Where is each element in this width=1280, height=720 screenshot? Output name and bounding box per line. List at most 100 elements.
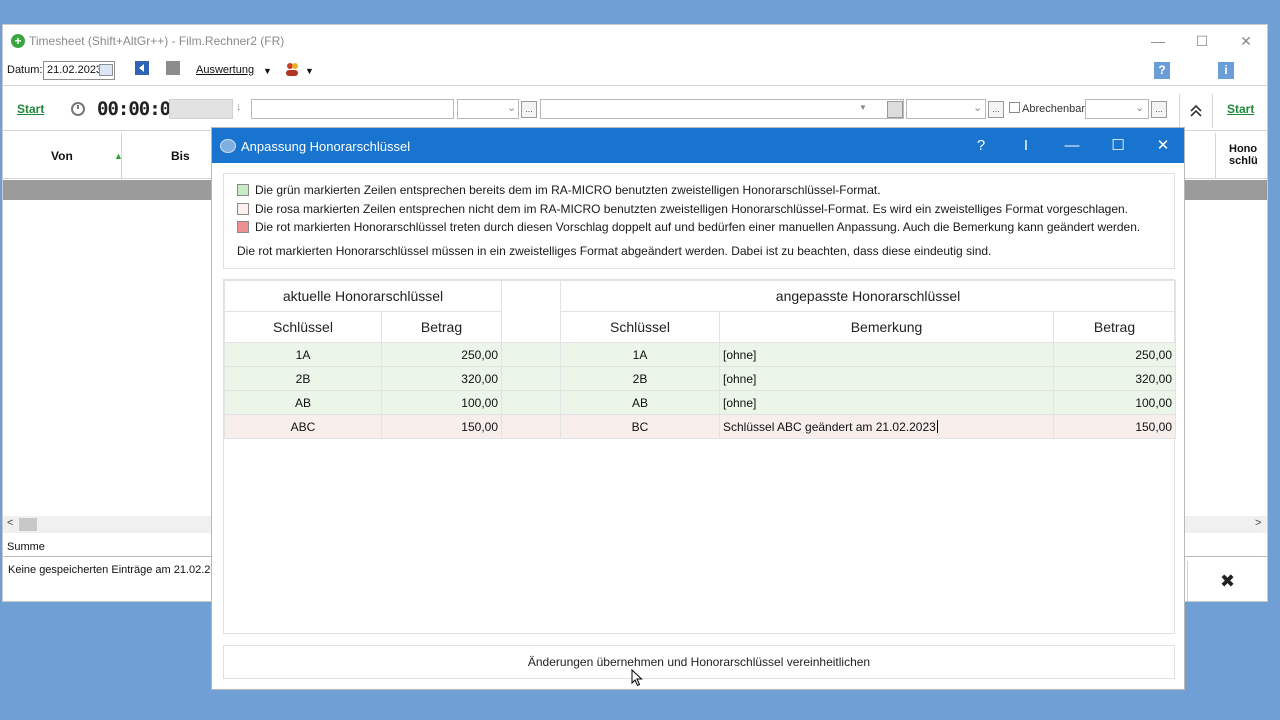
scrollbar-thumb[interactable] bbox=[19, 518, 37, 531]
rate-browse-button[interactable]: ... bbox=[988, 101, 1004, 118]
column-divider bbox=[1215, 133, 1216, 179]
activity-chevron-icon: ⌄ bbox=[507, 102, 517, 114]
dialog-help-button[interactable]: ? bbox=[966, 136, 996, 156]
users-dropdown-icon[interactable]: ▼ bbox=[305, 66, 314, 76]
auswertung-dropdown-icon[interactable]: ▼ bbox=[263, 66, 272, 76]
rate-chevron-icon: ⌄ bbox=[973, 102, 983, 114]
green-swatch bbox=[237, 184, 249, 196]
apply-changes-button[interactable]: Änderungen übernehmen und Honorarschlüss… bbox=[223, 645, 1175, 679]
legend-text: Die rosa markierten Zeilen entsprechen n… bbox=[255, 202, 1129, 216]
legend-panel: Die grün markierten Zeilen entsprechen b… bbox=[223, 173, 1175, 269]
help-icon[interactable]: ? bbox=[1154, 62, 1170, 79]
header-betrag-current[interactable]: Betrag bbox=[381, 311, 502, 343]
previous-day-icon[interactable] bbox=[135, 61, 149, 75]
abrechenbar-checkbox[interactable]: Abrechenbar bbox=[1009, 102, 1085, 115]
remark-edit-text[interactable]: Schlüssel ABC geändert am 21.02.2023 bbox=[723, 420, 936, 434]
cell-remark[interactable]: [ohne] bbox=[719, 390, 1054, 415]
description-field[interactable] bbox=[540, 99, 904, 119]
group-header-current: aktuelle Honorarschlüssel bbox=[224, 280, 502, 312]
calendar-icon[interactable] bbox=[99, 64, 113, 76]
main-close-button[interactable]: ✕ bbox=[1231, 31, 1261, 51]
auswertung-menu[interactable]: Auswertung bbox=[196, 64, 254, 76]
cell-new-key[interactable]: AB bbox=[560, 390, 720, 415]
stop-icon[interactable] bbox=[166, 61, 180, 75]
column-von[interactable]: Von bbox=[51, 149, 73, 163]
red-swatch bbox=[237, 221, 249, 233]
start-link-left[interactable]: Start bbox=[17, 102, 44, 116]
main-titlebar: + Timesheet (Shift+AltGr++) - Film.Rechn… bbox=[3, 25, 1267, 57]
cell-new-amount: 250,00 bbox=[1052, 342, 1177, 367]
users-icon[interactable] bbox=[284, 61, 300, 77]
mouse-cursor-icon bbox=[631, 669, 643, 687]
cell-remark[interactable]: [ohne] bbox=[719, 342, 1054, 367]
cell-remark[interactable]: [ohne] bbox=[719, 366, 1054, 391]
header-bemerkung[interactable]: Bemerkung bbox=[719, 311, 1054, 343]
cell-spacer bbox=[501, 414, 561, 439]
cell-new-key[interactable]: 2B bbox=[560, 366, 720, 391]
dialog-close-button[interactable]: ✕ bbox=[1148, 136, 1178, 156]
header-schluessel-current[interactable]: Schlüssel bbox=[224, 311, 382, 343]
cell-current-key: 2B bbox=[224, 366, 382, 391]
table-row[interactable]: 2B 320,00 2B [ohne] 320,00 bbox=[224, 366, 1177, 391]
description-dropdown-icon[interactable]: ▼ bbox=[859, 103, 867, 112]
dialog-app-icon bbox=[220, 139, 236, 153]
double-chevron-up-icon bbox=[1190, 104, 1202, 117]
dialog-maximize-button[interactable]: ☐ bbox=[1103, 136, 1133, 156]
cell-remark-editing[interactable]: Schlüssel ABC geändert am 21.02.2023 bbox=[719, 414, 1054, 439]
info-icon[interactable]: i bbox=[1218, 62, 1234, 79]
cell-current-key: AB bbox=[224, 390, 382, 415]
client-field[interactable] bbox=[251, 99, 454, 119]
scroll-left-icon[interactable]: < bbox=[7, 517, 13, 529]
stopwatch-icon bbox=[71, 102, 85, 116]
collapse-toolbar-button[interactable] bbox=[1179, 94, 1213, 128]
main-maximize-button[interactable]: ☐ bbox=[1187, 31, 1217, 51]
date-label: Datum: bbox=[7, 64, 43, 76]
dialog-minimize-button[interactable]: — bbox=[1057, 136, 1087, 156]
legend-item-red: Die rot markierten Honorarschlüssel tret… bbox=[237, 220, 1140, 234]
billing-chevron-icon: ⌄ bbox=[1135, 102, 1145, 114]
table-row[interactable]: 1A 250,00 1A [ohne] 250,00 bbox=[224, 342, 1177, 367]
timer-toolbar: Start 00:00:00 ↓ ⌄ ... ▼ ⌄ ... Abrechenb… bbox=[3, 85, 1267, 131]
group-header-adjusted: angepasste Honorarschlüssel bbox=[559, 280, 1177, 312]
spacer-column bbox=[501, 280, 561, 343]
cell-new-key[interactable]: 1A bbox=[560, 342, 720, 367]
abrechenbar-label: Abrechenbar bbox=[1022, 103, 1085, 115]
dialog-pin-button[interactable]: I bbox=[1011, 136, 1041, 156]
cell-current-key: ABC bbox=[224, 414, 382, 439]
honorarschluessel-dialog: Anpassung Honorarschlüssel ? I — ☐ ✕ Die… bbox=[211, 127, 1185, 690]
activity-browse-button[interactable]: ... bbox=[521, 101, 537, 118]
column-honorarschluessel[interactable]: Hono schlü bbox=[1229, 143, 1265, 167]
timer-display: 00:00:00 bbox=[97, 98, 182, 120]
status-text: Keine gespeicherten Einträge am 21.02.20… bbox=[8, 564, 232, 576]
billing-browse-button[interactable]: ... bbox=[1151, 101, 1167, 118]
close-icon[interactable]: ✖ bbox=[1187, 561, 1267, 601]
header-schluessel-adjusted[interactable]: Schlüssel bbox=[560, 311, 720, 343]
dialog-titlebar: Anpassung Honorarschlüssel ? I — ☐ ✕ bbox=[212, 128, 1184, 163]
table-row[interactable]: ABC 150,00 BC Schlüssel ABC geändert am … bbox=[224, 414, 1177, 439]
abrechenbar-check-box[interactable] bbox=[1009, 102, 1020, 113]
table-row[interactable]: AB 100,00 AB [ohne] 100,00 bbox=[224, 390, 1177, 415]
duration-field[interactable] bbox=[169, 99, 233, 119]
cell-spacer bbox=[501, 366, 561, 391]
dialog-title: Anpassung Honorarschlüssel bbox=[241, 139, 411, 154]
text-caret bbox=[936, 419, 938, 433]
cell-new-amount: 100,00 bbox=[1052, 390, 1177, 415]
scroll-right-icon[interactable]: > bbox=[1255, 517, 1261, 529]
start-link-right[interactable]: Start bbox=[1227, 102, 1254, 116]
legend-text: Die rot markierten Honorarschlüssel tret… bbox=[255, 220, 1141, 234]
main-minimize-button[interactable]: — bbox=[1143, 31, 1173, 51]
cell-spacer bbox=[501, 390, 561, 415]
honorarschluessel-table: aktuelle Honorarschlüssel angepasste Hon… bbox=[224, 280, 1177, 439]
honorarschluessel-grid: aktuelle Honorarschlüssel angepasste Hon… bbox=[223, 279, 1177, 634]
summe-label: Summe bbox=[7, 541, 45, 553]
cell-new-amount: 150,00 bbox=[1052, 414, 1177, 439]
description-browse-button[interactable] bbox=[887, 101, 903, 118]
legend-item-green: Die grün markierten Zeilen entsprechen b… bbox=[237, 183, 881, 197]
cell-spacer bbox=[501, 342, 561, 367]
cell-current-amount: 100,00 bbox=[381, 390, 502, 415]
cell-current-amount: 250,00 bbox=[381, 342, 502, 367]
column-bis[interactable]: Bis bbox=[171, 149, 190, 163]
main-toolbar: Datum: 21.02.2023 Auswertung ▼ ▼ ? i bbox=[3, 58, 1267, 82]
cell-new-key[interactable]: BC bbox=[560, 414, 720, 439]
header-betrag-adjusted[interactable]: Betrag bbox=[1052, 311, 1177, 343]
